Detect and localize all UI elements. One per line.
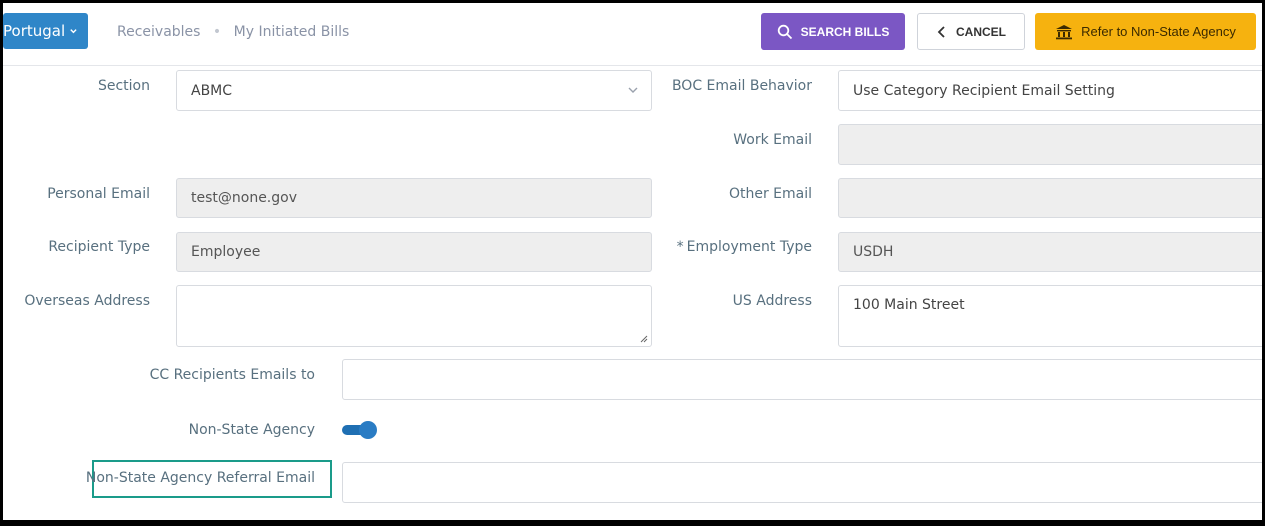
country-label: Portugal	[3, 22, 66, 40]
section-label: Section	[97, 78, 150, 94]
boc-email-behavior-value: Use Category Recipient Email Setting	[853, 82, 1115, 99]
country-selector-button[interactable]: Portugal	[3, 13, 88, 49]
breadcrumb-item-my-initiated-bills[interactable]: My Initiated Bills	[234, 24, 350, 40]
recipient-type-value: Employee	[191, 244, 261, 260]
employment-type-label: * Employment Type	[677, 239, 812, 255]
us-address-textarea[interactable]: 100 Main Street	[838, 285, 1262, 347]
cancel-label: CANCEL	[956, 24, 1006, 39]
section-value: ABMC	[191, 82, 233, 99]
us-address-value: 100 Main Street	[853, 297, 965, 313]
non-state-agency-label: Non-State Agency	[188, 422, 315, 438]
cc-recipients-label: CC Recipients Emails to	[149, 367, 315, 383]
search-icon	[777, 24, 792, 39]
chevron-left-icon	[937, 25, 945, 38]
top-toolbar: Portugal Receivables • My Initiated Bill…	[3, 3, 1262, 66]
work-email-field	[838, 124, 1262, 165]
personal-email-label: Personal Email	[47, 186, 150, 202]
cc-recipients-input[interactable]	[342, 359, 1262, 400]
personal-email-field: test@none.gov	[176, 178, 652, 218]
us-address-label: US Address	[732, 293, 812, 309]
boc-email-behavior-select[interactable]: Use Category Recipient Email Setting	[838, 70, 1262, 111]
refer-non-state-agency-button[interactable]: Refer to Non-State Agency	[1035, 13, 1256, 50]
employment-type-field: USDH	[838, 232, 1262, 272]
search-bills-button[interactable]: SEARCH BILLS	[761, 13, 905, 50]
bank-icon	[1056, 24, 1073, 39]
breadcrumb: Receivables • My Initiated Bills	[117, 24, 349, 40]
chevron-down-icon	[628, 87, 638, 93]
referral-email-input[interactable]	[342, 462, 1262, 503]
breadcrumb-separator: •	[212, 24, 222, 40]
breadcrumb-item-receivables[interactable]: Receivables	[117, 24, 200, 40]
app-window: Portugal Receivables • My Initiated Bill…	[0, 0, 1265, 526]
refer-label: Refer to Non-State Agency	[1081, 24, 1236, 39]
other-email-label: Other Email	[728, 186, 812, 202]
personal-email-value: test@none.gov	[191, 190, 297, 206]
referral-email-label: Non-State Agency Referral Email	[85, 470, 315, 486]
non-state-agency-toggle[interactable]	[342, 421, 377, 439]
boc-email-behavior-label: BOC Email Behavior	[671, 78, 812, 94]
recipient-type-field: Employee	[176, 232, 652, 272]
overseas-address-textarea[interactable]	[176, 285, 652, 347]
employment-type-label-text: Employment Type	[686, 239, 812, 255]
employment-type-value: USDH	[853, 244, 894, 260]
resize-handle-icon[interactable]	[639, 334, 648, 343]
chevron-down-icon	[70, 29, 77, 34]
overseas-address-label: Overseas Address	[24, 293, 150, 309]
toggle-knob	[359, 421, 377, 439]
required-marker: *	[676, 239, 684, 255]
other-email-field	[838, 178, 1262, 218]
section-select[interactable]: ABMC	[176, 70, 652, 111]
search-bills-label: SEARCH BILLS	[800, 24, 890, 39]
recipient-type-label: Recipient Type	[48, 239, 150, 255]
work-email-label: Work Email	[733, 132, 812, 148]
cancel-button[interactable]: CANCEL	[917, 13, 1025, 50]
